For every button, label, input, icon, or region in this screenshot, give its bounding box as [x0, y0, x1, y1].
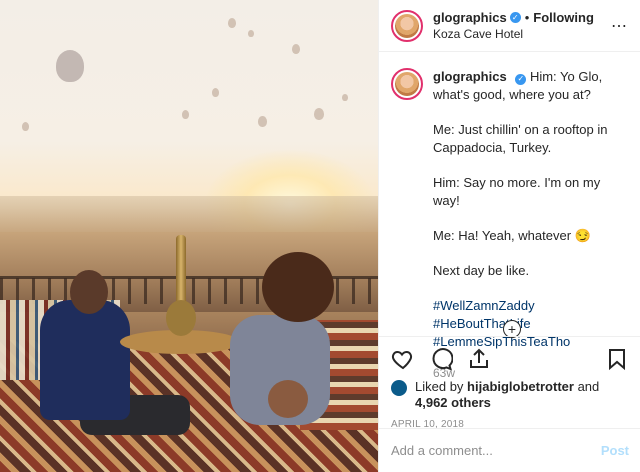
- distant-hills: [0, 196, 378, 236]
- more-options-icon[interactable]: ⋯: [611, 16, 628, 36]
- verified-badge-icon: ✓: [509, 11, 521, 23]
- action-bar: Liked by hijabiglobetrotter and 4,962 ot…: [379, 336, 640, 430]
- hookah-base: [166, 300, 196, 336]
- caption-line: Him: Say no more. I'm on my way!: [433, 175, 601, 208]
- caption-line: Next day be like.: [433, 263, 530, 278]
- liked-by-text: Liked by hijabiglobetrotter and 4,962 ot…: [415, 379, 599, 411]
- caption-line: Me: Just chillin' on a rooftop in Cappad…: [433, 122, 608, 155]
- hot-air-balloon: [314, 108, 324, 120]
- heart-icon[interactable]: [391, 347, 415, 371]
- verified-badge-icon: ✓: [515, 73, 527, 85]
- man-head: [70, 270, 108, 314]
- hot-air-balloon: [292, 44, 300, 54]
- hashtag-link[interactable]: #WellZamnZaddy: [433, 297, 629, 315]
- avatar-image: [395, 72, 419, 96]
- avatar-image: [395, 13, 419, 38]
- caption-line: glographics ✓ Him: Yo Glo, what's good, …: [433, 68, 629, 104]
- liker-username[interactable]: hijabiglobetrotter: [467, 379, 574, 394]
- liked-and: and: [577, 379, 600, 394]
- hot-air-balloon: [228, 18, 236, 28]
- caption-avatar[interactable]: [391, 68, 423, 100]
- action-icons: [391, 341, 629, 377]
- liked-by: Liked by hijabiglobetrotter and 4,962 ot…: [391, 379, 629, 411]
- hot-air-balloon: [22, 122, 29, 131]
- author-username[interactable]: glographics: [433, 10, 507, 25]
- header-row: glographics ✓ • Following: [433, 10, 594, 25]
- header-text: glographics ✓ • Following Koza Cave Hote…: [433, 10, 594, 42]
- liker-avatar[interactable]: [391, 380, 407, 396]
- liked-by-label: Liked by: [415, 379, 464, 394]
- hashtag-link[interactable]: #HeBoutThatLife: [433, 315, 629, 333]
- woman-hair: [262, 252, 334, 322]
- caption-body: glographics ✓ Him: Yo Glo, what's good, …: [433, 68, 629, 382]
- comment-icon[interactable]: [429, 347, 453, 371]
- share-icon[interactable]: [467, 347, 491, 371]
- separator-dot: •: [524, 9, 530, 25]
- man-figure: [40, 300, 130, 420]
- author-avatar[interactable]: [391, 9, 423, 42]
- post-button[interactable]: Post: [601, 443, 629, 458]
- woman-leg: [268, 380, 308, 418]
- location-link[interactable]: Koza Cave Hotel: [433, 27, 594, 42]
- hot-air-balloon: [182, 110, 189, 119]
- comment-input[interactable]: [391, 443, 601, 458]
- hot-air-balloon: [212, 88, 219, 97]
- add-comment-bar: Post: [379, 428, 640, 472]
- comments-area: glographics ✓ Him: Yo Glo, what's good, …: [379, 52, 640, 380]
- hot-air-balloon: [56, 50, 84, 82]
- bookmark-icon[interactable]: [605, 347, 629, 371]
- hot-air-balloon: [248, 30, 254, 37]
- post-side-panel: glographics ✓ • Following Koza Cave Hote…: [378, 0, 640, 472]
- hot-air-balloon: [258, 116, 267, 127]
- hot-air-balloon: [342, 94, 348, 101]
- post-header: glographics ✓ • Following Koza Cave Hote…: [379, 0, 640, 52]
- likes-count[interactable]: 4,962 others: [415, 395, 491, 410]
- post-photo[interactable]: [0, 0, 378, 472]
- following-button[interactable]: Following: [533, 10, 594, 25]
- caption-line: Me: Ha! Yeah, whatever 😏: [433, 228, 591, 243]
- caption-username[interactable]: glographics: [433, 69, 507, 84]
